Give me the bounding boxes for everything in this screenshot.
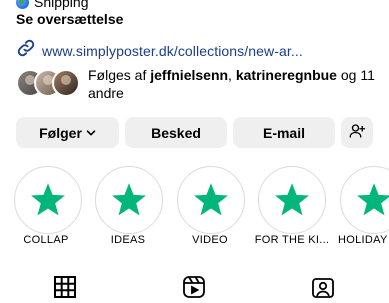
- trustpilot-star-icon: [31, 183, 65, 216]
- trustpilot-star-icon: [275, 183, 309, 216]
- followed-by-prefix: Følges af: [88, 67, 151, 83]
- following-button[interactable]: Følger: [16, 117, 119, 148]
- highlight-label: IDEAS: [110, 234, 146, 246]
- globe-icon: [16, 0, 29, 9]
- highlight-label: COLLAP: [23, 234, 69, 246]
- trustpilot-star-icon: [112, 183, 146, 216]
- trustpilot-star-icon: [357, 183, 389, 216]
- follower-avatars[interactable]: [16, 69, 80, 97]
- website-url[interactable]: www.simplyposter.dk/collections/new-ar..…: [42, 43, 303, 59]
- highlight-item[interactable]: [14, 166, 82, 234]
- grid-icon: [54, 276, 76, 298]
- follower-username[interactable]: jeffnielsenn: [150, 67, 228, 83]
- follower-username[interactable]: katrineregnbue: [236, 67, 337, 83]
- highlight-label: FOR THE KI...: [254, 234, 330, 246]
- shipping-category: Shipping: [16, 0, 89, 10]
- chevron-down-icon: [86, 125, 96, 141]
- add-person-icon: [348, 122, 366, 143]
- message-button[interactable]: Besked: [125, 117, 227, 148]
- highlight-label: VIDEO: [192, 234, 228, 246]
- trustpilot-star-icon: [194, 183, 228, 216]
- tab-reels[interactable]: [183, 276, 205, 303]
- highlight-item[interactable]: [340, 166, 389, 234]
- see-translation-link[interactable]: Se oversættelse: [16, 11, 123, 27]
- tagged-icon: [312, 278, 334, 298]
- followed-by-row[interactable]: Følges af jeffnielsenn, katrineregnbue o…: [16, 66, 376, 102]
- tab-posts[interactable]: [54, 276, 76, 303]
- avatar[interactable]: [52, 69, 80, 97]
- followed-by-separator: ,: [228, 67, 236, 83]
- followed-by-text[interactable]: Følges af jeffnielsenn, katrineregnbue o…: [88, 66, 378, 102]
- highlight-label: HOLIDAY: [338, 234, 388, 246]
- suggested-accounts-button[interactable]: [341, 117, 373, 148]
- reels-icon: [183, 276, 205, 298]
- tab-tagged[interactable]: [312, 276, 334, 303]
- link-icon: [16, 38, 36, 63]
- highlight-item[interactable]: [177, 166, 245, 234]
- following-label: Følger: [39, 124, 82, 141]
- shipping-label: Shipping: [34, 0, 89, 10]
- highlight-item[interactable]: [95, 166, 163, 234]
- website-link[interactable]: www.simplyposter.dk/collections/new-ar..…: [16, 38, 303, 63]
- highlight-item[interactable]: [258, 166, 326, 234]
- email-button[interactable]: E-mail: [233, 117, 335, 148]
